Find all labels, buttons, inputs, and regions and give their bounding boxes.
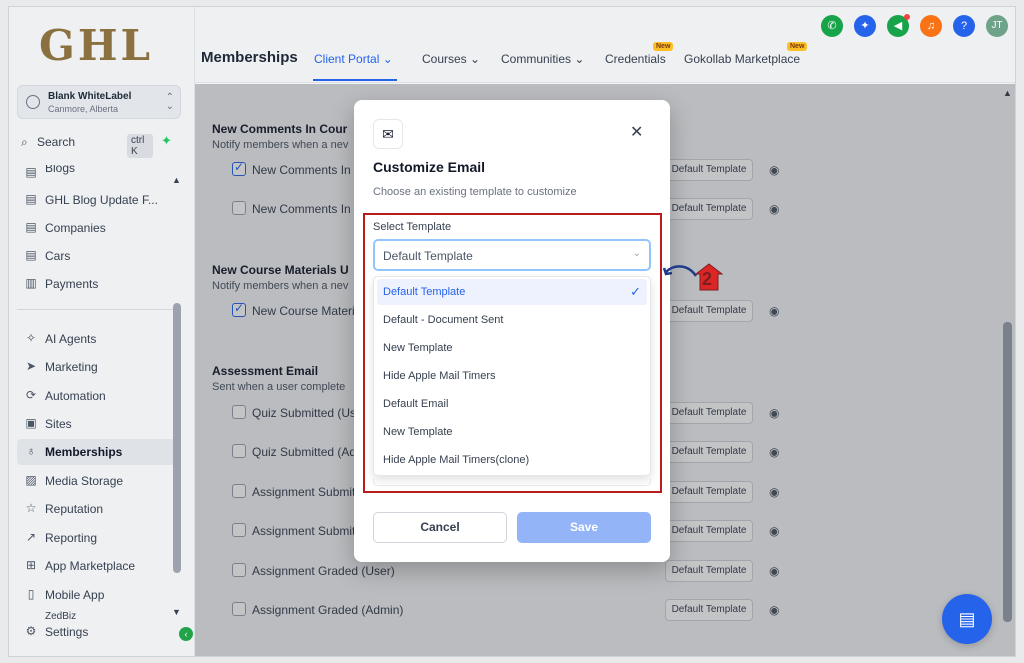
notification-dot	[904, 14, 910, 20]
mail-icon: ✉	[373, 119, 403, 149]
sidebar-item-reputation[interactable]: ☆ Reputation	[17, 496, 177, 522]
account-location: Canmore, Alberta	[48, 104, 119, 114]
sidebar-item-settings[interactable]: ⚙ Settings	[17, 619, 177, 645]
grid-icon: ⊞	[25, 558, 37, 572]
bell-icon[interactable]: ♫	[920, 15, 942, 37]
image-icon: ▨	[25, 473, 37, 487]
tab-active-indicator	[313, 79, 397, 81]
search-input[interactable]: ⌕ Search ctrl K	[17, 131, 153, 158]
sidebar-scroll-up-icon[interactable]: ▲	[172, 175, 181, 185]
search-label: Search	[37, 135, 76, 149]
send-icon: ➤	[25, 359, 37, 373]
doc-icon: ▤	[25, 192, 37, 206]
sidebar-item-app-marketplace[interactable]: ⊞ App Marketplace	[17, 553, 177, 579]
page-title: Memberships	[201, 49, 298, 66]
annotation-step-number: 2	[702, 269, 713, 289]
sidebar-divider	[17, 309, 177, 310]
tab-client-portal[interactable]: Client Portal ⌄	[314, 52, 393, 66]
collapse-sidebar-icon[interactable]: ‹	[179, 627, 193, 641]
user-avatar[interactable]: JT	[986, 15, 1008, 37]
new-badge: New	[787, 42, 808, 51]
modal-subtitle: Choose an existing template to customize	[373, 186, 577, 198]
sidebar-item-ghl-blog[interactable]: ▤ GHL Blog Update F...	[17, 187, 177, 213]
help-icon[interactable]: ?	[953, 15, 975, 37]
tab-gokollab-marketplace[interactable]: Gokollab Marketplace	[684, 52, 800, 66]
search-shortcut: ctrl K	[127, 134, 153, 158]
gear-icon: ⚙	[25, 624, 37, 638]
sidebar: GHL Blank WhiteLabel Canmore, Alberta ⌃ ⌄…	[9, 7, 195, 656]
sidebar-item-companies[interactable]: ▤ Companies	[17, 215, 177, 241]
sidebar-scrollbar[interactable]	[173, 303, 181, 573]
chat-icon: ▤	[958, 609, 976, 629]
magic-wand-icon[interactable]: ✦	[854, 15, 876, 37]
phone-icon: ▯	[27, 587, 35, 601]
trend-icon: ↗	[25, 530, 37, 544]
sidebar-item-mobile-app[interactable]: ▯ Mobile App	[17, 582, 177, 608]
location-icon	[26, 95, 40, 109]
sidebar-item-memberships[interactable]: ♁ Memberships	[17, 439, 177, 465]
sidebar-item-ai-agents[interactable]: ✧ AI Agents	[17, 326, 177, 352]
sidebar-item-media-storage[interactable]: ▨ Media Storage	[17, 468, 177, 494]
account-name: Blank WhiteLabel	[48, 91, 132, 102]
sidebar-item-reporting[interactable]: ↗ Reporting	[17, 525, 177, 551]
sidebar-scroll-down-icon[interactable]: ▼	[172, 607, 181, 617]
account-switcher[interactable]: Blank WhiteLabel Canmore, Alberta ⌃ ⌄	[17, 85, 181, 119]
annotation-highlight-box	[363, 213, 662, 493]
ai-sparkle-icon[interactable]: ✦	[161, 133, 172, 149]
doc-icon: ▤	[25, 220, 37, 234]
sparkle-icon: ✧	[25, 331, 37, 345]
top-bar: Memberships Client Portal ⌄ Courses ⌄ Co…	[195, 7, 1015, 83]
tab-credentials[interactable]: Credentials	[605, 52, 666, 66]
app-logo: GHL	[39, 21, 154, 70]
sidebar-item-blogs[interactable]: ▤ Blogs	[17, 165, 177, 181]
chat-button[interactable]: ▤	[942, 594, 992, 644]
phone-icon[interactable]: ✆	[821, 15, 843, 37]
tab-courses[interactable]: Courses ⌄	[422, 52, 480, 66]
save-button[interactable]: Save	[517, 512, 651, 543]
new-badge: New	[653, 42, 674, 51]
modal-title: Customize Email	[373, 159, 486, 175]
receipt-icon: ▥	[25, 276, 37, 290]
chevron-updown-icon: ⌃ ⌄	[165, 92, 174, 112]
search-icon: ⌕	[21, 135, 28, 149]
cancel-button[interactable]: Cancel	[373, 512, 507, 543]
sidebar-item-marketing[interactable]: ➤ Marketing	[17, 354, 177, 380]
sidebar-item-cars[interactable]: ▤ Cars	[17, 243, 177, 269]
star-icon: ☆	[25, 501, 37, 515]
sidebar-item-automation[interactable]: ⟳ Automation	[17, 383, 177, 409]
sidebar-item-sites[interactable]: ▣ Sites	[17, 411, 177, 437]
award-icon: ♁	[26, 444, 36, 458]
doc-icon: ▤	[25, 248, 37, 262]
close-icon[interactable]: ✕	[630, 122, 643, 142]
sites-icon: ▣	[25, 416, 37, 430]
doc-icon: ▤	[25, 165, 37, 179]
automation-icon: ⟳	[25, 388, 37, 402]
sidebar-item-zedbiz[interactable]: ZedBiz	[17, 611, 177, 619]
tab-communities[interactable]: Communities ⌄	[501, 52, 584, 66]
sidebar-item-payments[interactable]: ▥ Payments	[17, 271, 177, 297]
